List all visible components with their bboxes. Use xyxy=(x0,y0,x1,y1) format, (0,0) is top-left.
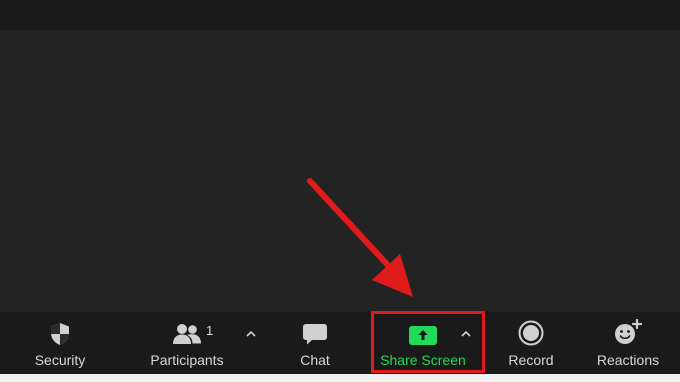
caret-up-icon xyxy=(246,330,256,337)
smiley-plus-icon xyxy=(613,312,643,346)
top-bar xyxy=(0,0,680,30)
share-screen-label: Share Screen xyxy=(380,352,466,368)
chat-bubble-icon xyxy=(302,312,328,346)
record-circle-icon xyxy=(518,312,544,346)
participants-options-caret[interactable] xyxy=(244,326,258,340)
reactions-button[interactable]: Reactions xyxy=(590,312,666,374)
security-button[interactable]: Security xyxy=(22,312,98,374)
participants-count: 1 xyxy=(206,323,214,338)
participants-button[interactable]: Participants xyxy=(140,312,234,374)
reactions-label: Reactions xyxy=(596,352,660,368)
record-label: Record xyxy=(508,352,554,368)
meeting-toolbar: Security Participants 1 Chat Share Scree… xyxy=(0,312,680,374)
chat-label: Chat xyxy=(300,352,330,368)
share-screen-button[interactable]: Share Screen xyxy=(374,312,472,374)
caret-up-icon xyxy=(461,330,471,337)
video-area xyxy=(0,30,680,310)
chat-button[interactable]: Chat xyxy=(288,312,342,374)
share-screen-options-caret[interactable] xyxy=(459,326,473,340)
record-button[interactable]: Record xyxy=(500,312,562,374)
window-bottom-edge xyxy=(0,374,680,382)
zoom-meeting-window: Security Participants 1 Chat Share Scree… xyxy=(0,0,680,382)
participants-label: Participants xyxy=(150,352,224,368)
upload-arrow-icon xyxy=(408,312,438,346)
security-label: Security xyxy=(34,352,86,368)
people-icon xyxy=(172,312,202,346)
shield-icon xyxy=(49,312,71,346)
